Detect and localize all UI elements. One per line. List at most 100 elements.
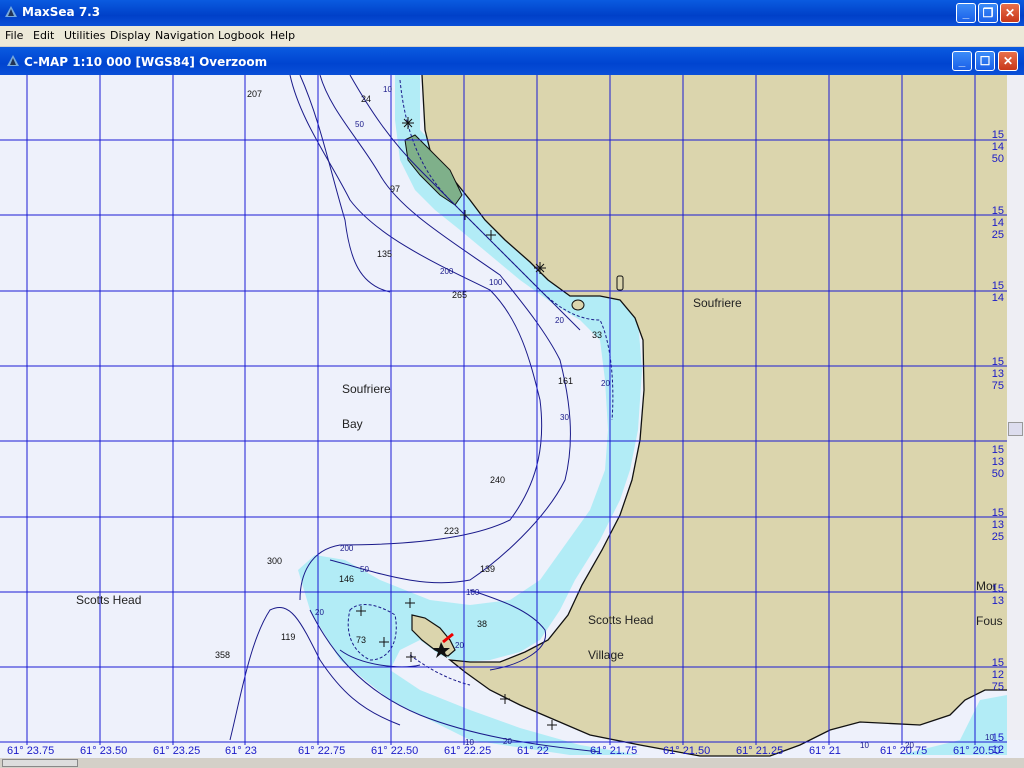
depth-sounding: 358 (215, 650, 230, 660)
contour-label: 30 (560, 413, 569, 422)
longitude-label: 61° 20.75 (880, 745, 927, 757)
menu-utilities[interactable]: Utilities (64, 29, 105, 42)
label-scotts-head: Scotts Head (76, 593, 141, 607)
scrollbar-thumb[interactable] (1008, 422, 1023, 436)
depth-sounding: 223 (444, 526, 459, 536)
latitude-label: 15 (992, 129, 1004, 141)
chart-maximize-button[interactable]: ☐ (975, 51, 995, 71)
depth-sounding: 146 (339, 574, 354, 584)
longitude-label: 61° 22 (517, 745, 549, 757)
longitude-label: 61° 21.50 (663, 745, 710, 757)
label-soufriere-town: Soufriere (693, 296, 742, 310)
contour-label: 20 (455, 641, 464, 650)
depth-sounding: 119 (281, 632, 295, 642)
depth-sounding: 240 (490, 475, 505, 485)
close-button[interactable]: ✕ (1000, 3, 1020, 23)
latitude-label: 14 (992, 141, 1004, 153)
depth-sounding: 33 (592, 330, 602, 340)
latitude-label: 15 (992, 444, 1004, 456)
contour-label: 10 (383, 85, 392, 94)
contour-label: 200 (440, 267, 454, 276)
latitude-label: 15 (992, 507, 1004, 519)
latitude-label: 14 (992, 217, 1004, 229)
longitude-label: 61° 22.50 (371, 745, 418, 757)
app-titlebar: MaxSea 7.3 _ ❐ ✕ (0, 0, 1024, 26)
menu-edit[interactable]: Edit (33, 29, 54, 42)
contour-label: 100 (489, 278, 503, 287)
menu-file[interactable]: File (5, 29, 23, 42)
contour-label: 50 (360, 565, 369, 574)
latitude-label: 15 (992, 657, 1004, 669)
latitude-label: 15 (992, 205, 1004, 217)
contour-label: 100 (466, 588, 480, 597)
latitude-label: 13 (992, 519, 1004, 531)
depth-sounding: 73 (356, 635, 366, 645)
depth-sounding: 265 (452, 290, 467, 300)
label-edge-2: Fous (976, 614, 1003, 628)
longitude-label: 61° 20.50 (953, 745, 1000, 757)
latitude-label: 14 (992, 292, 1004, 304)
longitude-label: 61° 23.75 (7, 745, 54, 757)
latitude-label: 15 (992, 356, 1004, 368)
menu-logbook[interactable]: Logbook (218, 29, 264, 42)
latitude-label: 25 (992, 531, 1004, 543)
depth-sounding: 161 (558, 376, 573, 386)
menu-navigation[interactable]: Navigation (155, 29, 214, 42)
latitude-label: 15 (992, 280, 1004, 292)
app-title: MaxSea 7.3 (22, 5, 101, 19)
status-bar (0, 758, 1024, 768)
longitude-label: 61° 23.50 (80, 745, 127, 757)
minimize-button[interactable]: _ (956, 3, 976, 23)
depth-sounding: 139 (480, 564, 495, 574)
contour-label: 20 (503, 737, 512, 746)
label-scotts-head-village-2: Village (588, 648, 624, 662)
longitude-label: 61° 23 (225, 745, 257, 757)
nautical-chart[interactable]: Soufriere Soufriere Bay Scotts Head Scot… (0, 75, 1024, 768)
label-scotts-head-village-1: Scotts Head (588, 613, 653, 627)
latitude-label: 50 (992, 468, 1004, 480)
menu-display[interactable]: Display (110, 29, 151, 42)
latitude-label: 75 (992, 380, 1004, 392)
status-scroll[interactable] (2, 759, 78, 767)
depth-sounding: 300 (267, 556, 282, 566)
latitude-label: 50 (992, 153, 1004, 165)
chart-window-icon (7, 55, 19, 66)
contour-label: 20 (315, 608, 324, 617)
chart-minimize-button[interactable]: _ (952, 51, 972, 71)
longitude-label: 61° 21.25 (736, 745, 783, 757)
menu-bar: File Edit Utilities Display Navigation L… (0, 26, 1024, 46)
menu-help[interactable]: Help (270, 29, 295, 42)
longitude-label: 61° 21.75 (590, 745, 637, 757)
chart-close-button[interactable]: ✕ (998, 51, 1018, 71)
contour-label: 20 (555, 316, 564, 325)
contour-label: 20 (601, 379, 610, 388)
maximize-button[interactable]: ❐ (978, 3, 998, 23)
latitude-label: 75 (992, 681, 1004, 693)
longitude-label: 61° 21 (809, 745, 841, 757)
longitude-label: 61° 22.75 (298, 745, 345, 757)
latitude-label: 13 (992, 368, 1004, 380)
contour-label: 10 (860, 741, 869, 750)
longitude-label: 61° 22.25 (444, 745, 491, 757)
rock-islet (571, 299, 585, 311)
contour-label: 50 (355, 120, 364, 129)
chart-window-titlebar: C-MAP 1:10 000 [WGS84] Overzoom _ ☐ ✕ (0, 47, 1024, 75)
depth-sounding: 207 (247, 89, 262, 99)
latitude-label: 13 (992, 456, 1004, 468)
depth-sounding: 97 (390, 184, 400, 194)
latitude-label: 12 (992, 669, 1004, 681)
contour-label: 200 (340, 544, 354, 553)
latitude-label: 13 (992, 595, 1004, 607)
longitude-label: 61° 23.25 (153, 745, 200, 757)
latitude-label: 25 (992, 229, 1004, 241)
label-soufriere-bay-2: Bay (342, 417, 363, 431)
chart-window-title: C-MAP 1:10 000 [WGS84] Overzoom (24, 55, 268, 69)
latitude-label: 15 (992, 583, 1004, 595)
depth-sounding: 24 (361, 94, 371, 104)
depth-sounding: 135 (377, 249, 392, 259)
maxsea-app-icon (5, 6, 17, 17)
depth-sounding: 38 (477, 619, 487, 629)
latitude-label: 15 (992, 732, 1004, 744)
vertical-scrollbar[interactable] (1007, 75, 1024, 740)
label-soufriere-bay-1: Soufriere (342, 382, 391, 396)
